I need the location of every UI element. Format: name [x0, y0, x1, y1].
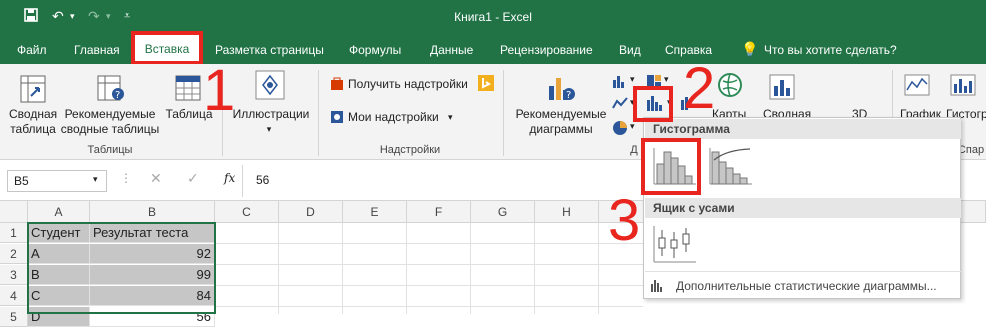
recommended-charts-icon[interactable]: ?: [546, 72, 576, 107]
recommended-charts-label-1: Рекомендуемые: [515, 107, 607, 121]
column-header[interactable]: B: [90, 201, 215, 223]
annotation-box-3: [641, 138, 701, 195]
tell-me-search[interactable]: Что вы хотите сделать?: [764, 43, 897, 57]
tab-formulas[interactable]: Формулы: [349, 43, 401, 57]
separator: [318, 70, 319, 156]
column-header[interactable]: D: [279, 201, 343, 223]
pareto-chart-option[interactable]: [706, 144, 754, 188]
annotation-box-2: [633, 86, 673, 122]
pivot-table-label-1: Сводная: [9, 107, 58, 121]
table-icon[interactable]: [174, 74, 202, 105]
column-header[interactable]: G: [471, 201, 535, 223]
recommended-pivot-label-2: сводные таблицы: [60, 122, 160, 136]
bing-icon[interactable]: [478, 75, 494, 94]
annotation-number-2: 2: [683, 56, 716, 121]
tab-review[interactable]: Рецензирование: [500, 43, 593, 57]
pie-chart-icon[interactable]: [612, 120, 628, 139]
lightbulb-icon: 💡: [741, 41, 759, 57]
tables-group-label: Таблицы: [87, 144, 133, 156]
annotation-number-1: 1: [203, 58, 236, 123]
addins-group-label: Надстройки: [379, 144, 441, 156]
tab-data[interactable]: Данные: [430, 43, 473, 57]
enter-icon[interactable]: ✓: [187, 170, 199, 187]
svg-text:?: ?: [566, 90, 571, 101]
name-box-dropdown-icon[interactable]: ▾: [93, 174, 98, 185]
get-addins-button[interactable]: Получить надстройки: [348, 77, 468, 92]
histogram-header: Гистограмма: [645, 119, 961, 139]
box-whisker-chart-option[interactable]: [650, 222, 698, 266]
dropdown-divider: [645, 271, 961, 272]
column-chart-icon[interactable]: [612, 74, 628, 91]
separator: [503, 70, 504, 156]
name-box[interactable]: B5: [7, 170, 107, 192]
window-title: Книга1 - Excel: [454, 10, 532, 24]
tab-view[interactable]: Вид: [619, 43, 641, 57]
pivot-table-label-2: таблица: [10, 122, 56, 136]
recommended-pivot-label-1: Рекомендуемые: [64, 107, 156, 121]
row-header[interactable]: 2: [0, 244, 28, 264]
cancel-icon[interactable]: ✕: [150, 170, 162, 187]
pivot-chart-icon[interactable]: [769, 74, 795, 103]
select-all-corner[interactable]: [0, 201, 28, 223]
row-header[interactable]: 1: [0, 223, 28, 243]
column-header[interactable]: F: [407, 201, 471, 223]
charts-group-label: Д: [630, 144, 638, 156]
column-header[interactable]: A: [28, 201, 90, 223]
more-icon: ⋮: [120, 171, 132, 185]
row-header[interactable]: 4: [0, 286, 28, 306]
recommended-pivot-icon[interactable]: ?: [96, 74, 126, 107]
illustrations-label[interactable]: Иллюстрации: [228, 107, 314, 122]
tab-insert[interactable]: Вставка: [131, 31, 203, 65]
pivot-table-icon[interactable]: [19, 74, 47, 107]
annotation-number-3: 3: [608, 188, 641, 253]
column-header[interactable]: C: [215, 201, 279, 223]
tab-page-layout[interactable]: Разметка страницы: [215, 43, 324, 57]
formula-divider: [242, 165, 243, 197]
column-header[interactable]: E: [343, 201, 407, 223]
title-bar: ↶ ▾ ↷ ▾ ⩡ Книга1 - Excel: [0, 0, 986, 34]
hierarchy-chart-dropdown-icon[interactable]: ▾: [664, 72, 669, 87]
box-whisker-header: Ящик с усами: [645, 198, 961, 218]
my-addins-icon[interactable]: [330, 110, 344, 127]
illustrations-icon[interactable]: [255, 70, 285, 103]
selection-border: [27, 222, 216, 314]
more-statistic-charts-icon: [650, 278, 666, 295]
recommended-charts-label-2: диаграммы: [529, 122, 593, 136]
tab-help[interactable]: Справка: [665, 43, 712, 57]
row-header[interactable]: 3: [0, 265, 28, 285]
column-chart-dropdown-icon[interactable]: ▾: [630, 72, 635, 87]
column-header[interactable]: H: [535, 201, 599, 223]
maps-globe-icon[interactable]: [717, 72, 743, 101]
insert-function-icon[interactable]: fx: [224, 171, 235, 185]
svg-text:?: ?: [115, 90, 120, 101]
sparkline-line-icon[interactable]: [904, 74, 930, 99]
my-addins-dropdown-icon[interactable]: ▾: [448, 110, 453, 125]
line-chart-icon[interactable]: [612, 96, 628, 113]
empty-cells[interactable]: [215, 223, 643, 314]
sparkline-column-icon[interactable]: [950, 74, 976, 99]
store-icon[interactable]: [330, 77, 344, 94]
formula-input[interactable]: 56: [250, 170, 630, 192]
more-statistic-charts-link[interactable]: Дополнительные статистические диаграммы.…: [676, 279, 937, 293]
tab-file[interactable]: Файл: [17, 43, 47, 57]
tab-home[interactable]: Главная: [74, 43, 120, 57]
row-header[interactable]: 5: [0, 307, 28, 327]
illustrations-dropdown-icon[interactable]: ▾: [262, 122, 276, 137]
my-addins-button[interactable]: Мои надстройки: [348, 110, 439, 125]
